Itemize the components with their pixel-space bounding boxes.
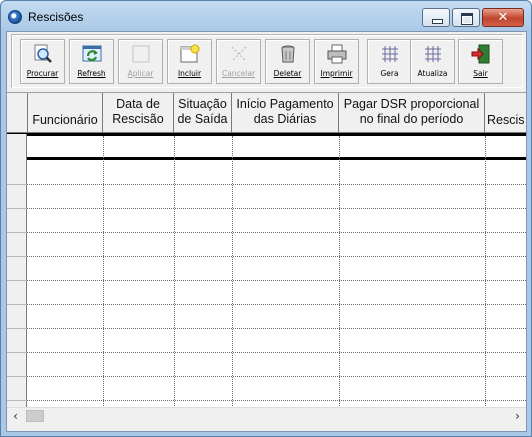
indicator-gridline bbox=[7, 352, 27, 353]
header-dsr-line2: no final do período bbox=[359, 112, 464, 126]
header-inicio-pagamento[interactable]: Início Pagamento das Diárias bbox=[232, 93, 339, 133]
refresh-label: Refresh bbox=[77, 69, 106, 78]
header-data-rescisao-line1: Data de bbox=[116, 97, 160, 111]
column-gridline bbox=[103, 136, 104, 408]
cancelar-button[interactable]: Cancelar bbox=[216, 39, 261, 84]
scroll-left-icon[interactable]: ‹ bbox=[7, 408, 24, 424]
header-data-rescisao[interactable]: Data de Rescisão bbox=[103, 93, 174, 133]
header-rescis[interactable]: Rescis bbox=[485, 93, 526, 133]
indicator-gridline bbox=[7, 208, 27, 209]
header-separator bbox=[7, 133, 526, 136]
aplicar-label: Aplicar bbox=[127, 69, 154, 78]
horizontal-scrollbar[interactable]: ‹ › bbox=[7, 407, 526, 424]
aplicar-button[interactable]: Aplicar bbox=[118, 39, 163, 84]
exit-door-icon bbox=[471, 44, 490, 64]
header-pagar-dsr[interactable]: Pagar DSR proporcional no final do períod… bbox=[339, 93, 485, 133]
client-area: Procurar Refresh Aplicar Incluir Cancela… bbox=[6, 31, 527, 432]
header-situacao-line2: de Saída bbox=[177, 112, 228, 126]
sair-label: Sair bbox=[473, 69, 488, 78]
new-row-separator bbox=[7, 157, 526, 160]
header-data-rescisao-line2: Rescisão bbox=[112, 112, 164, 126]
indicator-gridline bbox=[7, 232, 27, 233]
procurar-label: Procurar bbox=[26, 69, 59, 78]
header-situacao-saida[interactable]: Situação de Saída bbox=[174, 93, 232, 133]
cancelar-label: Cancelar bbox=[221, 69, 256, 78]
header-funcionario-text: Funcionário bbox=[32, 113, 98, 127]
deletar-label: Deletar bbox=[273, 69, 302, 78]
scroll-thumb[interactable] bbox=[26, 410, 44, 422]
header-funcionario[interactable]: Funcionário bbox=[28, 93, 103, 133]
row-gridline bbox=[27, 232, 526, 233]
refresh-icon bbox=[82, 45, 102, 62]
indicator-gridline bbox=[7, 280, 27, 281]
deletar-button[interactable]: Deletar bbox=[265, 39, 310, 84]
incluir-button[interactable]: Incluir bbox=[167, 39, 212, 84]
window-title: Rescisões bbox=[28, 10, 84, 24]
row-gridline bbox=[27, 352, 526, 353]
trash-icon bbox=[281, 45, 295, 63]
rescisoes-grid[interactable]: Funcionário Data de Rescisão Situação de S… bbox=[7, 92, 526, 408]
close-button[interactable]: ✕ bbox=[482, 8, 524, 27]
header-inicio-line2: das Diárias bbox=[253, 112, 317, 126]
app-icon bbox=[8, 10, 22, 24]
row-gridline bbox=[27, 376, 526, 377]
indicator-gridline bbox=[7, 328, 27, 329]
imprimir-label: Imprimir bbox=[320, 69, 353, 78]
grid-icon bbox=[425, 46, 441, 62]
atualiza-button[interactable]: Atualiza bbox=[410, 39, 455, 84]
title-bar[interactable]: Rescisões ✕ bbox=[1, 1, 531, 31]
indicator-gridline bbox=[7, 376, 27, 377]
indicator-gridline bbox=[7, 304, 27, 305]
header-rescis-text: Rescis bbox=[487, 113, 525, 127]
procurar-button[interactable]: Procurar bbox=[20, 39, 65, 84]
maximize-button[interactable] bbox=[452, 8, 480, 27]
refresh-button[interactable]: Refresh bbox=[69, 39, 114, 84]
atualiza-label: Atualiza bbox=[417, 69, 448, 78]
gera-label: Gera bbox=[380, 69, 399, 78]
column-gridline bbox=[485, 136, 486, 408]
close-icon: ✕ bbox=[497, 10, 509, 25]
row-gridline bbox=[27, 256, 526, 257]
row-gridline bbox=[27, 304, 526, 305]
sair-button[interactable]: Sair bbox=[458, 39, 503, 84]
grid-header-row: Funcionário Data de Rescisão Situação de S… bbox=[7, 93, 526, 134]
minimize-icon bbox=[432, 19, 443, 24]
column-gridline bbox=[232, 136, 233, 408]
imprimir-button[interactable]: Imprimir bbox=[314, 39, 359, 84]
header-situacao-line1: Situação bbox=[178, 97, 227, 111]
indicator-gridline bbox=[7, 256, 27, 257]
column-gridline bbox=[339, 136, 340, 408]
search-icon bbox=[34, 44, 52, 63]
header-dsr-line1: Pagar DSR proporcional bbox=[343, 97, 480, 111]
header-inicio-line1: Início Pagamento bbox=[236, 97, 334, 111]
row-gridline bbox=[27, 328, 526, 329]
printer-icon bbox=[327, 44, 347, 64]
toolbar: Procurar Refresh Aplicar Incluir Cancela… bbox=[11, 34, 523, 88]
add-icon bbox=[180, 44, 200, 63]
apply-icon bbox=[132, 45, 150, 63]
grid-icon bbox=[382, 46, 398, 62]
rescisoes-window: Rescisões ✕ Procurar Refresh Aplicar Inc… bbox=[0, 0, 532, 437]
gera-button[interactable]: Gera bbox=[367, 39, 412, 84]
indicator-gridline bbox=[7, 184, 27, 185]
row-gridline bbox=[27, 280, 526, 281]
incluir-label: Incluir bbox=[177, 69, 202, 78]
maximize-icon bbox=[461, 13, 473, 25]
column-gridline bbox=[174, 136, 175, 408]
row-gridline bbox=[27, 208, 526, 209]
row-indicator-column bbox=[7, 134, 27, 408]
row-indicator-header bbox=[7, 93, 28, 133]
scroll-right-icon[interactable]: › bbox=[509, 408, 526, 424]
row-gridline bbox=[27, 184, 526, 185]
cancel-icon bbox=[231, 46, 247, 62]
row-gridline bbox=[27, 400, 526, 401]
minimize-button[interactable] bbox=[422, 8, 450, 27]
indicator-gridline bbox=[7, 400, 27, 401]
